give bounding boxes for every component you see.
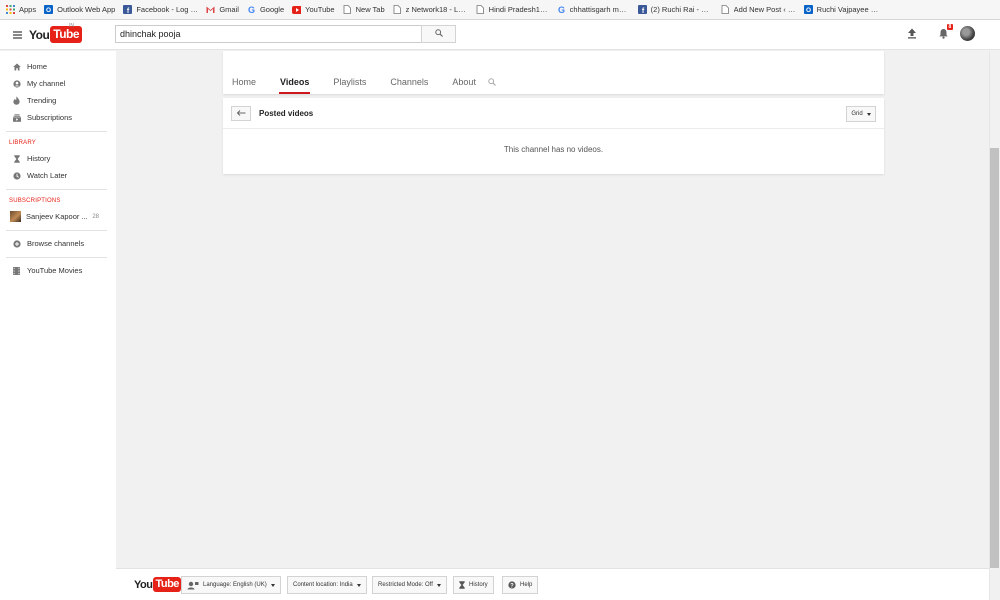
library-heading: LIBRARY	[9, 140, 36, 146]
bookmark-youtube[interactable]: YouTube	[288, 0, 338, 19]
outlook-icon: O	[44, 5, 54, 14]
user-icon	[12, 79, 21, 88]
subscription-count: 28	[92, 213, 99, 220]
caret-down-icon	[866, 112, 871, 116]
gmail-icon	[206, 5, 215, 14]
help-icon: ?	[508, 581, 516, 589]
history-button[interactable]: History	[453, 576, 494, 594]
footer-youtube-logo[interactable]: You Tube	[134, 577, 181, 592]
language-button[interactable]: Language: English (UK)	[181, 576, 281, 594]
channel-avatar	[10, 211, 21, 222]
sidebar-item-youtube-movies[interactable]: YouTube Movies	[0, 262, 116, 279]
sidebar-item-browse-channels[interactable]: Browse channels	[0, 235, 116, 252]
hourglass-icon	[459, 581, 465, 589]
sidebar-divider	[6, 189, 107, 190]
subscriptions-heading: SUBSCRIPTIONS	[9, 198, 61, 204]
outlook-icon: O	[803, 5, 813, 14]
svg-text:O: O	[46, 7, 51, 14]
bookmark-ruchi-vajpayee[interactable]: O Ruchi Vajpayee - Out	[800, 0, 883, 19]
upload-icon[interactable]	[907, 28, 917, 41]
google-icon: G	[247, 5, 256, 14]
youtube-icon	[292, 5, 302, 14]
back-button[interactable]	[231, 105, 251, 121]
bookmarks-bar: Apps O Outlook Web App f Facebook - Log …	[0, 0, 1000, 20]
bookmark-pradesh18[interactable]: Hindi Pradesh18 - Lo	[472, 0, 553, 19]
sidebar-item-history[interactable]: History	[0, 150, 116, 167]
bookmark-facebook[interactable]: f Facebook - Log In or	[119, 0, 202, 19]
clock-icon	[12, 171, 21, 180]
sidebar-item-home[interactable]: Home	[0, 58, 116, 75]
facebook-icon: f	[123, 5, 133, 14]
tab-videos[interactable]: Videos	[279, 77, 311, 94]
svg-text:O: O	[806, 7, 811, 14]
bookmark-network18[interactable]: z Network18 - Login	[389, 0, 472, 19]
page-icon	[393, 5, 402, 14]
bookmark-google[interactable]: G Google	[243, 0, 288, 19]
caret-down-icon	[270, 583, 275, 587]
bookmark-new-tab[interactable]: New Tab	[339, 0, 389, 19]
svg-text:G: G	[248, 5, 255, 14]
flame-icon	[12, 96, 21, 105]
empty-message: This channel has no videos.	[503, 145, 604, 154]
tab-home[interactable]: Home	[232, 77, 256, 94]
restricted-mode-button[interactable]: Restricted Mode: Off	[372, 576, 447, 594]
caret-down-icon	[356, 583, 361, 587]
sidebar: Home My channel Trending Subscriptions L…	[0, 51, 116, 600]
caret-down-icon	[436, 583, 441, 587]
sidebar-divider	[6, 230, 107, 231]
content-location-button[interactable]: Content location: India	[287, 576, 367, 594]
posted-videos-card: Posted videos Grid This channel has no v…	[223, 98, 884, 174]
svg-text:G: G	[558, 5, 565, 14]
help-button[interactable]: ? Help	[502, 576, 539, 594]
region-label: IN	[69, 23, 74, 29]
section-title: Posted videos	[259, 108, 314, 118]
view-select-button[interactable]: Grid	[846, 106, 876, 122]
apps-grid-icon	[6, 5, 15, 14]
add-circle-icon	[12, 239, 21, 248]
subscriptions-icon	[12, 113, 21, 122]
page-icon	[476, 5, 485, 14]
language-icon	[187, 581, 199, 590]
page-icon	[343, 5, 352, 14]
svg-text:?: ?	[510, 583, 514, 589]
notification-badge: 8	[947, 24, 953, 30]
posted-videos-header: Posted videos	[223, 98, 884, 129]
search-button[interactable]	[421, 25, 456, 43]
facebook-icon: f	[637, 5, 647, 14]
hamburger-menu-icon[interactable]	[13, 31, 22, 39]
sidebar-item-watch-later[interactable]: Watch Later	[0, 167, 116, 184]
bookmark-chhattisgarh-map[interactable]: G chhattisgarh map - G	[553, 0, 634, 19]
bookmark-add-new-post[interactable]: Add New Post ‹ New	[717, 0, 800, 19]
scrollbar-thumb[interactable]	[990, 148, 999, 568]
search-icon	[434, 29, 443, 39]
back-arrow-icon	[236, 109, 246, 118]
hourglass-icon	[12, 154, 21, 163]
sidebar-item-subscription-channel[interactable]: Sanjeev Kapoor ... 28	[0, 208, 116, 225]
bookmark-gmail[interactable]: Gmail	[202, 0, 243, 19]
sidebar-divider	[6, 257, 107, 258]
bookmark-outlook[interactable]: O Outlook Web App	[40, 0, 119, 19]
sidebar-item-trending[interactable]: Trending	[0, 92, 116, 109]
account-avatar[interactable]	[960, 26, 975, 41]
channel-tabs: Home Videos Playlists Channels About	[232, 77, 500, 94]
youtube-logo[interactable]: You Tube IN	[29, 23, 83, 43]
sidebar-item-my-channel[interactable]: My channel	[0, 75, 116, 92]
film-icon	[12, 266, 21, 275]
tab-about[interactable]: About	[452, 77, 476, 94]
sidebar-item-subscriptions[interactable]: Subscriptions	[0, 109, 116, 126]
sidebar-divider	[6, 131, 107, 132]
home-icon	[12, 62, 21, 71]
channel-search-icon[interactable]	[488, 78, 496, 88]
bookmark-ruchi-rai[interactable]: f (2) Ruchi Rai - whole	[634, 0, 717, 19]
tab-channels[interactable]: Channels	[390, 77, 428, 94]
bookmark-apps[interactable]: Apps	[2, 0, 40, 19]
page-icon	[721, 5, 730, 14]
tab-playlists[interactable]: Playlists	[333, 77, 366, 94]
google-icon: G	[557, 5, 566, 14]
search-input[interactable]	[115, 25, 422, 43]
